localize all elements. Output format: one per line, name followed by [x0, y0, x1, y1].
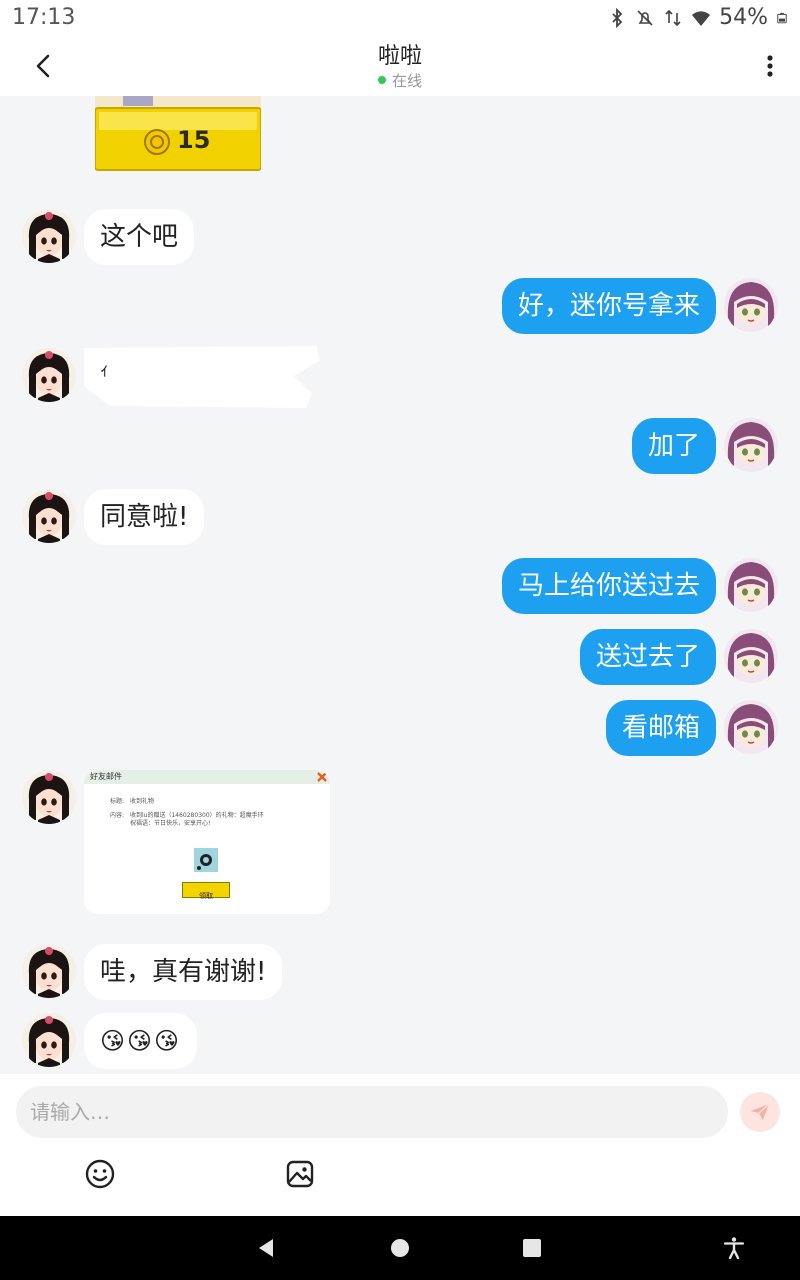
my-avatar[interactable] [724, 558, 778, 612]
mail-screenshot-image[interactable]: 好友邮件 标题: 收到礼物 内容: 收到lu的赠送（1460280300）的礼物… [84, 770, 330, 914]
message-bubble-outgoing[interactable]: 看邮箱 [605, 700, 716, 756]
bluetooth-icon [612, 7, 623, 28]
gift-item-icon [194, 848, 218, 872]
more-vertical-icon[interactable] [758, 50, 782, 82]
wifi-icon [692, 10, 711, 26]
message-bubble-outgoing[interactable]: 加了 [631, 418, 716, 474]
contact-avatar[interactable] [22, 489, 76, 543]
mail-subject: 收到礼物 [130, 798, 155, 805]
contact-avatar[interactable] [22, 348, 76, 402]
mail-claim-button[interactable]: 领取 [182, 882, 230, 900]
message-input[interactable] [16, 1086, 728, 1138]
data-arrows-icon [665, 9, 681, 26]
coin-amount: 15 [177, 126, 211, 154]
status-bar: 17:13 54% [0, 0, 800, 36]
online-dot [377, 76, 386, 84]
contact-avatar[interactable] [22, 1013, 76, 1067]
image-icon[interactable] [284, 1158, 316, 1190]
message-bubble-outgoing[interactable]: 马上给你送过去 [501, 558, 716, 614]
nav-home-icon[interactable] [388, 1236, 412, 1260]
coin-reward-image[interactable]: 15 [94, 96, 262, 172]
my-avatar[interactable] [724, 700, 778, 754]
redacted-message-text: ｨ [100, 360, 109, 381]
message-bubble-incoming[interactable]: 同意啦! [84, 489, 205, 545]
nav-recents-icon[interactable] [520, 1236, 544, 1260]
mail-content-label: 内容: [110, 812, 125, 819]
status-time: 17:13 [12, 5, 76, 30]
send-icon [750, 1103, 770, 1121]
status-icons: 54% [607, 5, 788, 30]
online-status: 在线 [0, 70, 800, 91]
battery-percent: 54% [719, 5, 768, 30]
system-nav-bar [0, 1216, 800, 1280]
send-button[interactable] [740, 1092, 780, 1132]
mail-close-icon [317, 772, 327, 782]
mail-subject-label: 标题: [110, 798, 125, 805]
my-avatar[interactable] [724, 278, 778, 332]
input-panel [0, 1074, 800, 1216]
my-avatar[interactable] [724, 629, 778, 683]
mail-claim-label: 领取 [199, 892, 213, 900]
battery-icon [777, 12, 787, 23]
emoji-icon[interactable] [84, 1158, 116, 1190]
my-avatar[interactable] [724, 418, 778, 472]
contact-avatar[interactable] [22, 209, 76, 263]
chat-area[interactable]: 15 这个吧 好，迷你号拿来 ｨ 加了 同意啦! 马上给你送过去 送过去了 看邮… [0, 96, 800, 1074]
accessibility-icon[interactable] [722, 1236, 746, 1260]
contact-name: 啦啦 [377, 44, 422, 69]
message-bubble-incoming[interactable]: 😘😘😘 [84, 1013, 198, 1069]
notifications-off-icon [637, 9, 653, 26]
online-status-label: 在线 [391, 72, 422, 90]
message-bubble-incoming[interactable]: 这个吧 [84, 209, 195, 265]
redacted-message[interactable]: ｨ [84, 346, 324, 412]
chat-header: 啦啦 在线 [0, 36, 800, 96]
mail-content-line2: 祝福语：节日快乐，安享开心! [130, 820, 211, 827]
message-bubble-outgoing[interactable]: 送过去了 [579, 629, 716, 685]
contact-avatar[interactable] [22, 770, 76, 824]
mail-title: 好友邮件 [90, 772, 122, 781]
message-bubble-incoming[interactable]: 哇，真有谢谢! [84, 944, 283, 1000]
message-bubble-outgoing[interactable]: 好，迷你号拿来 [501, 278, 716, 334]
nav-back-icon[interactable] [254, 1236, 278, 1260]
contact-avatar[interactable] [22, 944, 76, 998]
